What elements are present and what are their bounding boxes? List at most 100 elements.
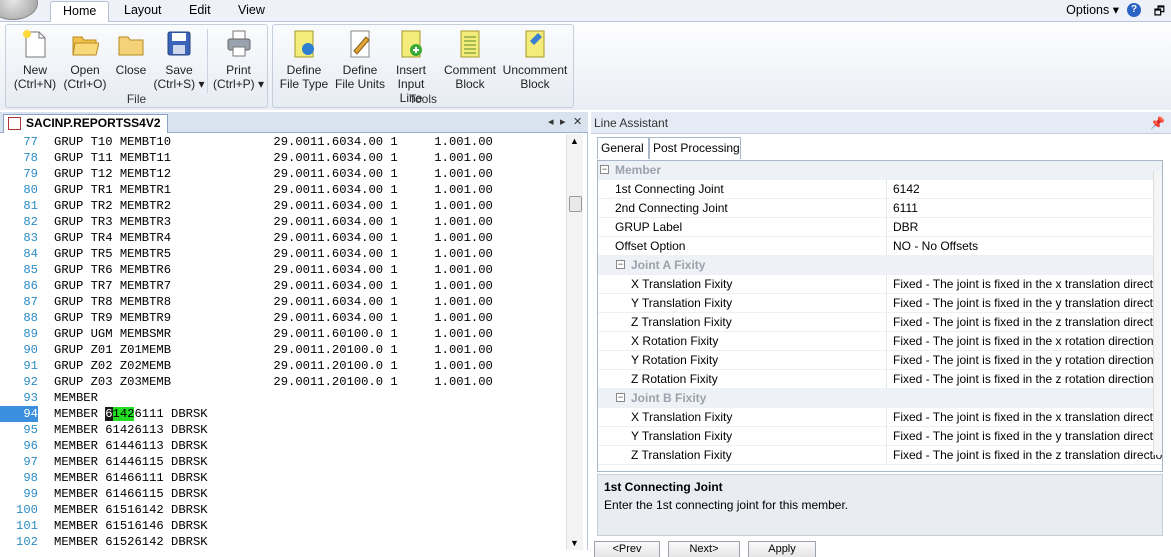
property-value[interactable]: Fixed - The joint is fixed in the x rota… [886,332,1162,350]
property-value[interactable]: Fixed - The joint is fixed in the y tran… [886,427,1162,445]
scrollbar-thumb[interactable] [569,196,582,212]
code-line[interactable]: 82 GRUP TR3 MEMBTR3 29.0011.6034.00 1 1.0… [0,214,568,230]
code-line[interactable]: 79 GRUP T12 MEMBT12 29.0011.6034.00 1 1.0… [0,166,568,182]
collapse-icon[interactable]: − [616,260,625,269]
scroll-down-icon[interactable]: ▼ [570,538,579,548]
tab-view[interactable]: View [226,1,277,22]
file-group: New (Ctrl+N) Open (Ctrl+O) Close Save (C… [5,24,268,108]
property-value[interactable]: DBR [886,218,1162,236]
property-value[interactable]: Fixed - The joint is fixed in the x tran… [886,408,1162,426]
code-line[interactable]: 99 MEMBER 61466115 DBRSK [0,486,568,502]
line-text: GRUP Z01 Z01MEMB 29.0011.20100.0 1 1.001… [54,343,493,357]
print-button[interactable]: Print (Ctrl+P) ▾ [211,27,266,91]
comment-block-button[interactable]: Comment Block [439,27,501,91]
code-line[interactable]: 94 MEMBER 61426111 DBRSK [0,406,568,422]
prev-button[interactable]: <Prev [594,541,660,557]
property-value[interactable]: Fixed - The joint is fixed in the y tran… [886,294,1162,312]
property-row[interactable]: X Translation Fixity Fixed - The joint is… [598,275,1162,294]
property-value[interactable]: Fixed - The joint is fixed in the z tran… [886,313,1162,331]
code-line[interactable]: 86 GRUP TR7 MEMBTR7 29.0011.6034.00 1 1.0… [0,278,568,294]
close-document-icon[interactable]: ✕ [573,115,582,128]
property-value[interactable]: Fixed - The joint is fixed in the z tran… [886,446,1162,464]
code-line[interactable]: 95 MEMBER 61426113 DBRSK [0,422,568,438]
uncomment-block-icon [525,30,545,58]
code-line[interactable]: 98 MEMBER 61466111 DBRSK [0,470,568,486]
code-line[interactable]: 78 GRUP T11 MEMBT11 29.0011.6034.00 1 1.0… [0,150,568,166]
property-value[interactable]: 6142 [886,180,1162,198]
property-row[interactable]: Offset Option NO - No Offsets [598,237,1162,256]
application-menu-button[interactable] [0,0,38,20]
code-line[interactable]: 80 GRUP TR1 MEMBTR1 29.0011.6034.00 1 1.0… [0,182,568,198]
options-menu[interactable]: Options ▾ [1066,2,1119,17]
code-line[interactable]: 81 GRUP TR2 MEMBTR2 29.0011.6034.00 1 1.0… [0,198,568,214]
collapse-icon[interactable]: − [616,393,625,402]
scroll-tabs-right-icon[interactable]: ▸ [560,115,566,128]
collapse-icon[interactable]: − [600,165,609,174]
code-line[interactable]: 97 MEMBER 61446115 DBRSK [0,454,568,470]
property-category[interactable]: − Joint A Fixity [598,256,1162,275]
code-line[interactable]: 100 MEMBER 61516142 DBRSK [0,502,568,518]
property-row[interactable]: Z Translation Fixity Fixed - The joint is… [598,313,1162,332]
tab-edit[interactable]: Edit [177,1,223,22]
code-line[interactable]: 101 MEMBER 61516146 DBRSK [0,518,568,534]
property-category[interactable]: − Joint B Fixity [598,389,1162,408]
code-line[interactable]: 90 GRUP Z01 Z01MEMB 29.0011.20100.0 1 1.0… [0,342,568,358]
property-row[interactable]: 2nd Connecting Joint 6111 [598,199,1162,218]
scroll-tabs-left-icon[interactable]: ◂ [548,115,554,128]
property-row[interactable]: X Rotation Fixity Fixed - The joint is fi… [598,332,1162,351]
property-row[interactable]: Z Rotation Fixity Fixed - The joint is fi… [598,370,1162,389]
uncomment-block-button[interactable]: Uncomment Block [501,27,569,91]
property-row[interactable]: Y Rotation Fixity Fixed - The joint is fi… [598,351,1162,370]
apply-button[interactable]: Apply [748,541,816,557]
line-text: GRUP Z03 Z03MEMB 29.0011.20100.0 1 1.001… [54,375,493,389]
save-disk-icon [167,31,191,56]
scroll-up-icon[interactable]: ▲ [570,136,579,146]
code-line[interactable]: 85 GRUP TR6 MEMBTR6 29.0011.6034.00 1 1.0… [0,262,568,278]
code-line[interactable]: 88 GRUP TR9 MEMBTR9 29.0011.6034.00 1 1.0… [0,310,568,326]
pin-icon[interactable]: 📌 [1150,112,1165,134]
tab-general[interactable]: General [597,137,649,159]
document-tab[interactable]: SACINP.REPORTSS4V2 [3,114,168,133]
editor-vertical-scrollbar[interactable]: ▲ ▼ [566,134,583,550]
close-button[interactable]: Close [109,27,153,77]
help-icon[interactable]: ? [1127,3,1141,17]
new-button[interactable]: New (Ctrl+N) [9,27,61,91]
code-line[interactable]: 93 MEMBER [0,390,568,406]
tab-home[interactable]: Home [50,1,110,23]
code-line[interactable]: 84 GRUP TR5 MEMBTR5 29.0011.6034.00 1 1.0… [0,246,568,262]
property-value[interactable]: Fixed - The joint is fixed in the z rota… [886,370,1162,388]
property-row[interactable]: GRUP Label DBR [598,218,1162,237]
save-button[interactable]: Save (Ctrl+S) ▾ [153,27,205,91]
property-value[interactable]: 6111 [886,199,1162,217]
code-line[interactable]: 87 GRUP TR8 MEMBTR8 29.0011.6034.00 1 1.0… [0,294,568,310]
property-value[interactable]: Fixed - The joint is fixed in the y rota… [886,351,1162,369]
property-row[interactable]: Y Translation Fixity Fixed - The joint is… [598,427,1162,446]
define-file-units-button[interactable]: Define File Units [333,27,387,91]
property-value[interactable]: NO - No Offsets [886,237,1162,255]
open-button[interactable]: Open (Ctrl+O) [61,27,109,91]
property-row[interactable]: X Translation Fixity Fixed - The joint is… [598,408,1162,427]
code-line[interactable]: 89 GRUP UGM MEMBSMR 29.0011.60100.0 1 1.0… [0,326,568,342]
property-grid-scrollbar[interactable] [1153,171,1162,455]
code-line[interactable]: 83 GRUP TR4 MEMBTR4 29.0011.6034.00 1 1.0… [0,230,568,246]
code-line[interactable]: 77 GRUP T10 MEMBT10 29.0011.6034.00 1 1.0… [0,134,568,150]
line-text: MEMBER 61446113 DBRSK [54,439,208,453]
next-button[interactable]: Next> [668,541,740,557]
line-number: 81 [23,199,38,213]
code-line[interactable]: 102 MEMBER 61526142 DBRSK [0,534,568,550]
property-value[interactable]: Fixed - The joint is fixed in the x tran… [886,275,1162,293]
code-line[interactable]: 96 MEMBER 61446113 DBRSK [0,438,568,454]
description-title: 1st Connecting Joint [604,480,723,494]
code-line[interactable]: 91 GRUP Z02 Z02MEMB 29.0011.20100.0 1 1.0… [0,358,568,374]
code-line[interactable]: 92 GRUP Z03 Z03MEMB 29.0011.20100.0 1 1.0… [0,374,568,390]
property-name: Y Translation Fixity [631,296,733,310]
property-row[interactable]: 1st Connecting Joint 6142 [598,180,1162,199]
code-editor[interactable]: 77 GRUP T10 MEMBT10 29.0011.6034.00 1 1.0… [0,134,568,550]
property-row[interactable]: Y Translation Fixity Fixed - The joint is… [598,294,1162,313]
tab-layout[interactable]: Layout [112,1,174,22]
property-category[interactable]: − Member [598,161,1162,180]
tab-post-processing[interactable]: Post Processing [649,137,741,159]
define-file-type-button[interactable]: Define File Type [275,27,333,91]
property-row[interactable]: Z Translation Fixity Fixed - The joint is… [598,446,1162,465]
restore-window-icon[interactable]: 🗗 [1154,2,1165,23]
